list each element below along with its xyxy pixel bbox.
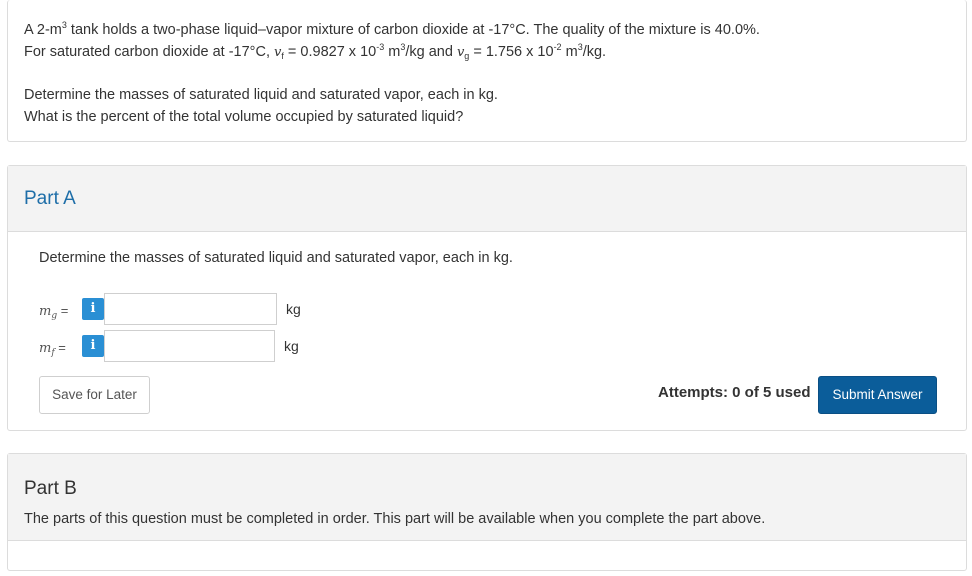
question-line-2: For saturated carbon dioxide at -17°C, v… (24, 42, 606, 63)
part-a-prompt: Determine the masses of saturated liquid… (39, 250, 513, 266)
question-line-4: What is the percent of the total volume … (24, 109, 464, 125)
var: m (39, 341, 52, 356)
info-icon[interactable]: i (82, 298, 104, 320)
part-b-title: Part B (24, 478, 77, 499)
text: /kg. (582, 44, 607, 60)
equals: = (54, 340, 66, 355)
mg-label: mg = (39, 303, 69, 321)
text: = 1.756 x 10 (469, 44, 554, 60)
text: = 0.9827 x 10 (283, 44, 377, 60)
part-b-header: Part B The parts of this question must b… (8, 454, 966, 541)
question-card: A 2-m3 tank holds a two-phase liquid–vap… (7, 0, 967, 142)
question-line-3: Determine the masses of saturated liquid… (24, 87, 498, 103)
text: m (561, 44, 578, 60)
part-b-note: The parts of this question must be compl… (24, 511, 766, 527)
text: tank holds a two-phase liquid–vapor mixt… (66, 22, 760, 38)
text: For saturated carbon dioxide at -17°C, (24, 44, 275, 60)
question-line-1: A 2-m3 tank holds a two-phase liquid–vap… (24, 20, 760, 40)
submit-answer-button[interactable]: Submit Answer (818, 376, 937, 414)
text: A 2-m (24, 22, 62, 38)
attempts-status: Attempts: 0 of 5 used (658, 384, 811, 401)
attempts-label: Attempts: (658, 384, 733, 401)
mf-label: mf = (39, 340, 66, 358)
var: m (39, 304, 52, 319)
equals: = (57, 303, 69, 318)
info-icon[interactable]: i (82, 335, 104, 357)
save-for-later-button[interactable]: Save for Later (39, 376, 150, 414)
text: m (384, 44, 401, 60)
text: /kg and (405, 44, 457, 60)
attempts-value: 0 of 5 used (732, 384, 811, 401)
part-a-header[interactable]: Part A (8, 166, 966, 232)
mf-input[interactable] (104, 330, 275, 362)
mg-unit: kg (286, 301, 301, 317)
part-a-title[interactable]: Part A (24, 188, 76, 210)
superscript: -2 (553, 42, 562, 52)
mg-input[interactable] (104, 293, 277, 325)
part-b-card: Part B The parts of this question must b… (7, 453, 967, 571)
part-a-card: Part A Determine the masses of saturated… (7, 165, 967, 431)
mf-unit: kg (284, 338, 299, 354)
